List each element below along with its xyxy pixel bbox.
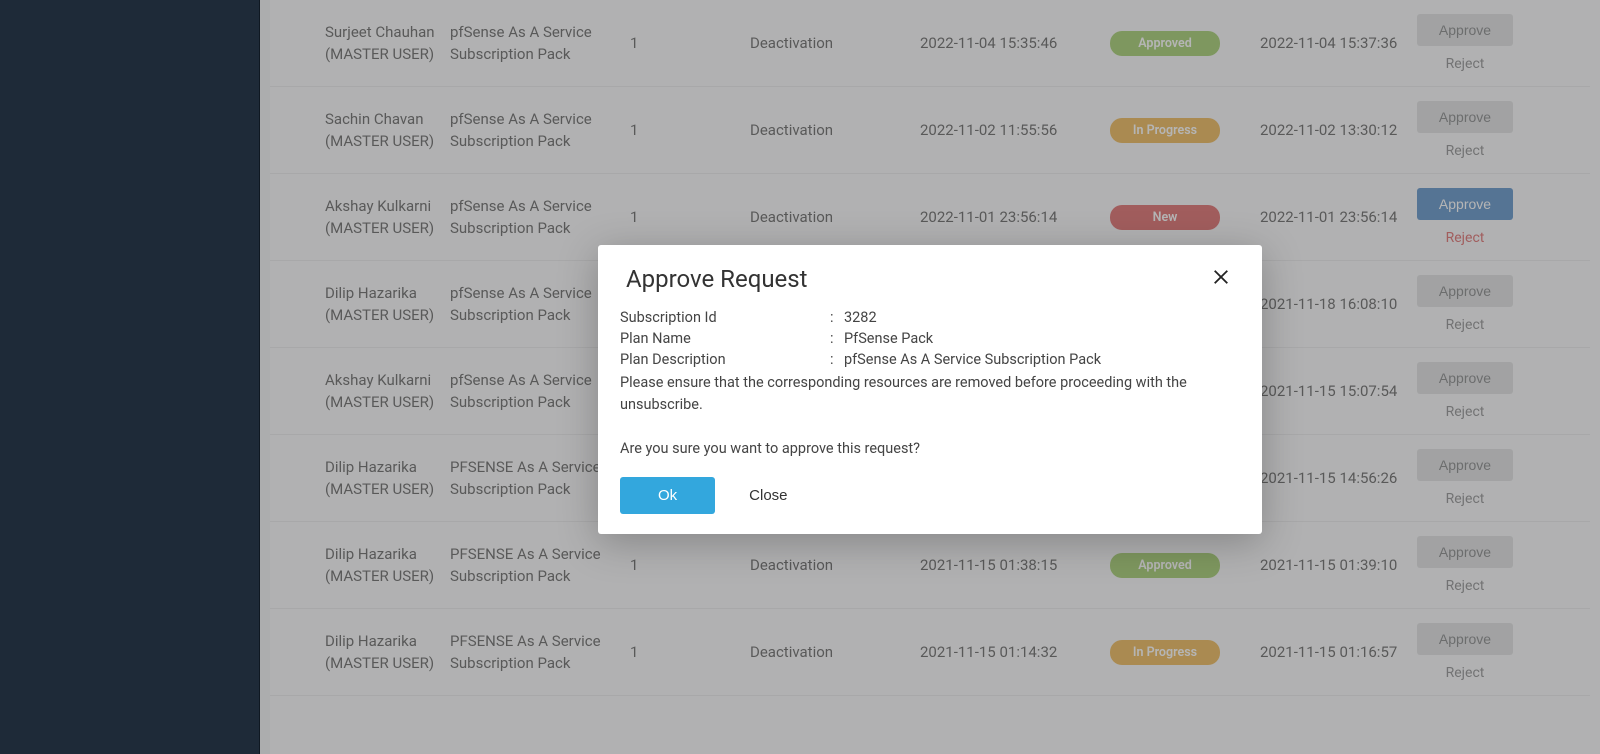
- plan-name-value: PfSense Pack: [844, 330, 1240, 347]
- modal-confirm-text: Are you sure you want to approve this re…: [620, 438, 1240, 460]
- sidebar: [0, 0, 260, 754]
- close-button[interactable]: Close: [749, 487, 787, 504]
- modal-warning: Please ensure that the corresponding res…: [620, 372, 1240, 416]
- subscription-id-label: Subscription Id: [620, 309, 830, 326]
- approve-request-modal: Approve Request Subscription Id : 3282 P…: [598, 245, 1262, 534]
- modal-title: Approve Request: [626, 265, 808, 293]
- main-panel: Surjeet Chauhan (MASTER USER)pfSense As …: [260, 0, 1600, 754]
- plan-name-label: Plan Name: [620, 330, 830, 347]
- plan-description-label: Plan Description: [620, 351, 830, 368]
- ok-button[interactable]: Ok: [620, 477, 715, 514]
- plan-description-value: pfSense As A Service Subscription Pack: [844, 351, 1240, 368]
- close-icon[interactable]: [1212, 268, 1234, 290]
- subscription-id-value: 3282: [844, 309, 1240, 326]
